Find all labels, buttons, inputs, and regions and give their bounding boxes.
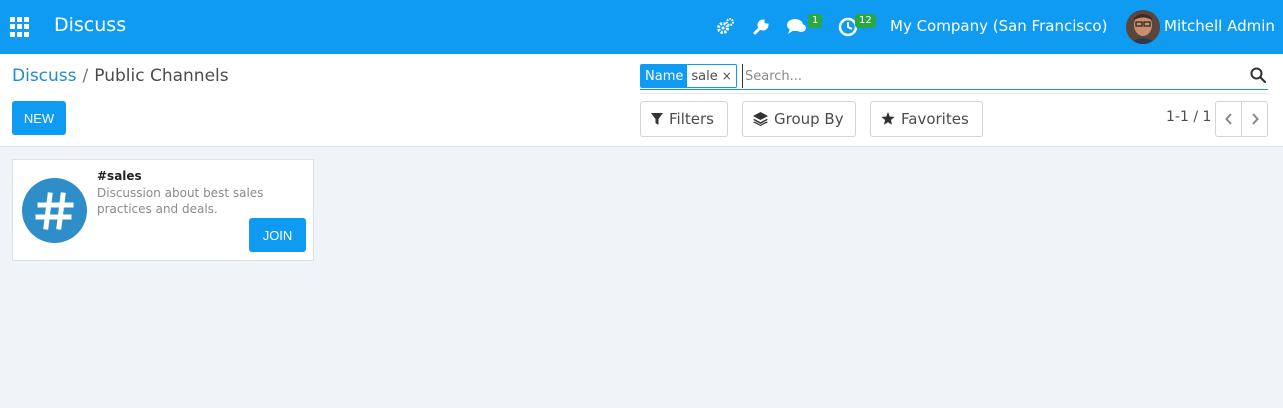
channel-description: Discussion about best sales practices an…	[97, 186, 264, 216]
breadcrumb: Discuss / Public Channels	[12, 66, 229, 86]
pager-previous-button[interactable]	[1215, 101, 1242, 137]
layers-icon	[753, 112, 768, 126]
chevron-right-icon	[1251, 113, 1259, 125]
user-menu[interactable]: Mitchell Admin	[1164, 17, 1275, 35]
pager-next-button[interactable]	[1241, 101, 1268, 137]
channel-card[interactable]: #sales Discussion about best sales pract…	[12, 159, 314, 261]
search-input[interactable]	[742, 64, 1242, 88]
debug-gears-icon[interactable]	[715, 16, 735, 38]
wrench-icon[interactable]	[752, 16, 770, 38]
join-button[interactable]: JOIN	[249, 218, 306, 252]
control-panel: Discuss / Public Channels NEW Name sale × …	[0, 54, 1283, 147]
filters-label: Filters	[669, 110, 714, 128]
facet-remove-icon[interactable]: ×	[722, 69, 732, 83]
user-avatar[interactable]	[1126, 10, 1160, 44]
group-by-button[interactable]: Group By	[742, 101, 856, 137]
messages-badge: 1	[808, 14, 823, 28]
facet-label: Name	[641, 65, 688, 87]
breadcrumb-current: Public Channels	[94, 66, 229, 86]
search-bar: Name sale ×	[640, 64, 1268, 90]
activities-badge: 12	[855, 14, 876, 28]
app-title[interactable]: Discuss	[54, 14, 126, 36]
company-switcher[interactable]: My Company (San Francisco)	[890, 17, 1107, 35]
facet-value-wrap: sale ×	[687, 65, 736, 87]
new-button[interactable]: NEW	[12, 101, 66, 135]
search-facet: Name sale ×	[640, 64, 737, 88]
search-divider	[640, 93, 1268, 94]
top-navbar: Discuss 1 12 My Company (San Francisco) …	[0, 0, 1283, 54]
messages-icon[interactable]	[786, 16, 808, 38]
chevron-left-icon	[1224, 113, 1232, 125]
star-icon	[881, 112, 895, 125]
favorites-button[interactable]: Favorites	[870, 101, 983, 137]
channel-name: #sales	[97, 169, 142, 183]
facet-value: sale	[691, 68, 718, 84]
group-by-label: Group By	[774, 110, 844, 128]
filter-icon	[651, 112, 663, 125]
favorites-label: Favorites	[901, 110, 969, 128]
search-icon[interactable]	[1250, 67, 1266, 83]
breadcrumb-separator: /	[82, 66, 89, 86]
channel-hashtag-icon	[22, 178, 87, 243]
filters-button[interactable]: Filters	[640, 101, 728, 137]
apps-menu-icon[interactable]	[10, 17, 30, 37]
breadcrumb-discuss-link[interactable]: Discuss	[12, 66, 77, 86]
pager-value[interactable]: 1-1 / 1	[1166, 109, 1211, 125]
